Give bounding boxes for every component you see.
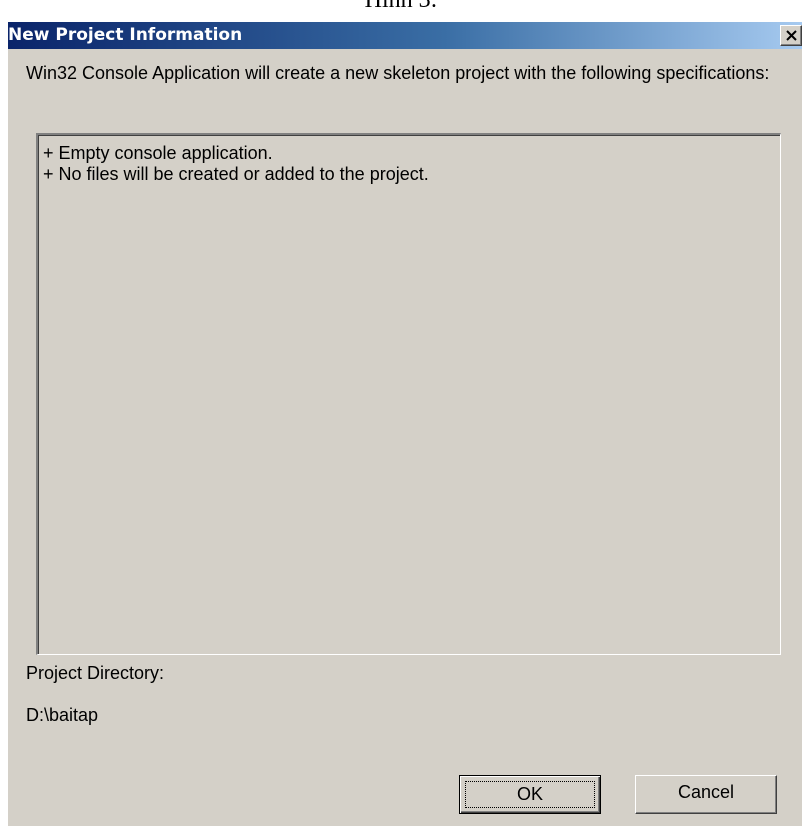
specification-line: + No files will be created or added to t… bbox=[43, 164, 429, 184]
document-caption: Hình 3: bbox=[0, 0, 802, 22]
specification-line: + Empty console application. bbox=[43, 143, 273, 163]
specifications-box[interactable]: + Empty console application. + No files … bbox=[36, 133, 781, 655]
close-icon bbox=[786, 30, 797, 41]
caption-text: Hình 3: bbox=[364, 0, 438, 13]
ok-button-label: OK bbox=[465, 781, 595, 808]
project-directory-label: Project Directory: bbox=[26, 663, 165, 683]
dialog-title: New Project Information bbox=[8, 25, 243, 45]
intro-text: Win32 Console Application will create a … bbox=[26, 63, 770, 83]
dialog-title-bar[interactable]: New Project Information bbox=[8, 22, 802, 49]
project-directory-value: D:\baitap bbox=[26, 705, 99, 725]
cancel-button[interactable]: Cancel bbox=[635, 775, 777, 814]
close-button[interactable] bbox=[780, 25, 802, 46]
ok-button[interactable]: OK bbox=[459, 775, 601, 814]
new-project-information-dialog: New Project Information Win32 Console Ap… bbox=[8, 22, 802, 826]
